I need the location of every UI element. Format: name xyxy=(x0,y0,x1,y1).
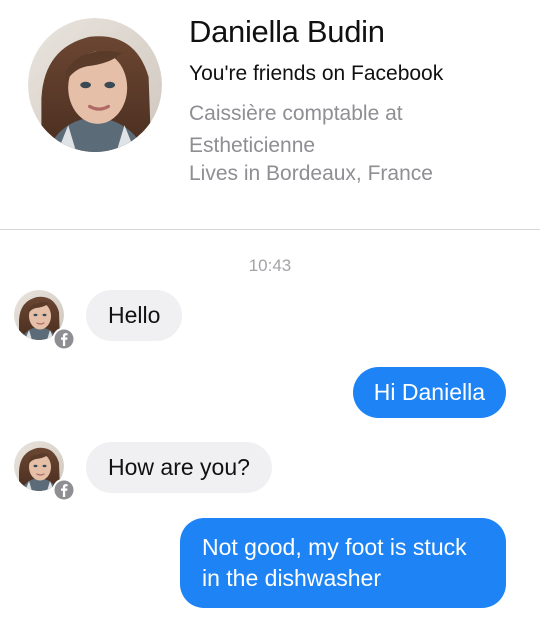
profile-job: Caissière comptable at Estheticienne xyxy=(189,102,403,157)
profile-avatar[interactable] xyxy=(28,18,162,152)
message-timestamp: 10:43 xyxy=(248,256,292,275)
facebook-badge-icon xyxy=(52,478,76,502)
message-text: Not good, my foot is stuck in the dishwa… xyxy=(202,534,467,591)
facebook-badge-icon xyxy=(52,327,76,351)
friends-status: You're friends on Facebook xyxy=(189,62,444,85)
message-text: Hi Daniella xyxy=(373,379,485,405)
message-text: Hello xyxy=(108,302,161,328)
profile-location: Lives in Bordeaux, France xyxy=(189,162,433,185)
message-text: How are you? xyxy=(108,454,250,480)
profile-header: Daniella Budin You're friends on Faceboo… xyxy=(0,0,540,228)
header-divider xyxy=(0,229,540,230)
profile-photo-icon xyxy=(28,18,162,152)
profile-name[interactable]: Daniella Budin xyxy=(189,14,385,50)
contact-avatar[interactable] xyxy=(14,441,76,503)
incoming-message-bubble[interactable]: How are you? xyxy=(86,442,272,493)
contact-avatar[interactable] xyxy=(14,290,76,352)
outgoing-message-bubble[interactable]: Hi Daniella xyxy=(352,367,506,418)
incoming-message-bubble[interactable]: Hello xyxy=(86,290,183,341)
outgoing-message-bubble[interactable]: Not good, my foot is stuck in the dishwa… xyxy=(180,518,506,608)
